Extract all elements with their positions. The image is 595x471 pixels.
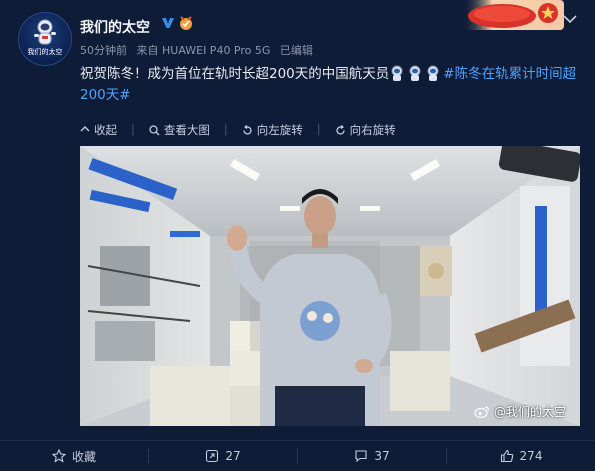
edited-label[interactable]: 已编辑 xyxy=(280,44,313,57)
astronaut-icon xyxy=(34,19,56,45)
comment-count: 37 xyxy=(374,449,390,463)
watermark-text: @我们的太空 xyxy=(493,405,566,419)
thumbs-up-icon xyxy=(500,449,513,463)
rotate-right-icon xyxy=(336,124,345,135)
arrow-up-icon xyxy=(80,126,90,132)
astronaut-emoji-icon xyxy=(427,65,439,81)
collapse-button[interactable]: 收起 xyxy=(80,122,117,138)
avatar-label: 我们的太空 xyxy=(27,48,63,56)
like-count: 274 xyxy=(519,449,543,463)
astronaut-emoji-icon xyxy=(391,65,403,81)
rotate-left-button[interactable]: 向左旋转 xyxy=(242,122,303,138)
post-time[interactable]: 50分钟前 xyxy=(80,44,127,57)
magnifier-icon xyxy=(149,124,160,135)
toolbar-divider: | xyxy=(223,122,228,136)
chevron-down-icon[interactable] xyxy=(563,14,577,24)
star-icon xyxy=(51,449,66,463)
post-text: 祝贺陈冬！成为首位在轨时长超200天的中国航天员 #陈冬在轨累计时间超200天# xyxy=(80,64,580,106)
avatar[interactable]: 我们的太空 xyxy=(18,12,72,66)
comment-icon xyxy=(355,450,367,463)
post-meta: 50分钟前 来自 HUAWEI P40 Pro 5G 已编辑 xyxy=(80,42,319,58)
rotate-right-label: 向右旋转 xyxy=(349,123,396,137)
image-toolbar: 收起 | 查看大图 | 向左旋转 | 向右旋转 xyxy=(80,122,396,138)
rotate-right-button[interactable]: 向右旋转 xyxy=(335,122,396,138)
repost-icon xyxy=(206,449,219,463)
toolbar-divider: | xyxy=(131,122,135,136)
favorite-button[interactable]: 收藏 xyxy=(0,448,148,465)
collapse-label: 收起 xyxy=(94,123,117,137)
astronaut-emoji-icon xyxy=(409,65,421,81)
toolbar-divider: | xyxy=(316,122,321,136)
favorite-label: 收藏 xyxy=(71,449,96,464)
post-text-body: 祝贺陈冬！成为首位在轨时长超200天的中国航天员 xyxy=(80,66,390,82)
post-photo[interactable]: @我们的太空 xyxy=(80,146,580,426)
space-station-photo xyxy=(80,146,580,426)
like-button[interactable]: 274 xyxy=(447,449,595,463)
weibo-logo-icon xyxy=(474,406,490,418)
repost-count: 27 xyxy=(225,449,241,463)
view-large-label: 查看大图 xyxy=(163,123,210,137)
view-large-button[interactable]: 查看大图 xyxy=(149,122,210,138)
rotate-left-icon xyxy=(243,124,252,135)
verified-v-icon xyxy=(162,18,174,28)
photo-watermark: @我们的太空 xyxy=(474,403,566,420)
verified-badges xyxy=(160,15,194,31)
weibo-post: 我们的太空 我们的太空 50分钟前 来自 HUAWEI P40 Pro 5G 已… xyxy=(0,0,595,470)
post-source: 来自 HUAWEI P40 Pro 5G xyxy=(136,44,271,57)
username[interactable]: 我们的太空 xyxy=(80,17,150,37)
post-actions: 收藏 27 37 274 xyxy=(0,440,595,471)
rotate-left-label: 向左旋转 xyxy=(256,123,303,137)
repost-button[interactable]: 27 xyxy=(149,449,297,463)
festival-banner-decoration xyxy=(462,0,564,30)
comment-button[interactable]: 37 xyxy=(298,449,446,463)
medal-icon xyxy=(180,16,192,30)
